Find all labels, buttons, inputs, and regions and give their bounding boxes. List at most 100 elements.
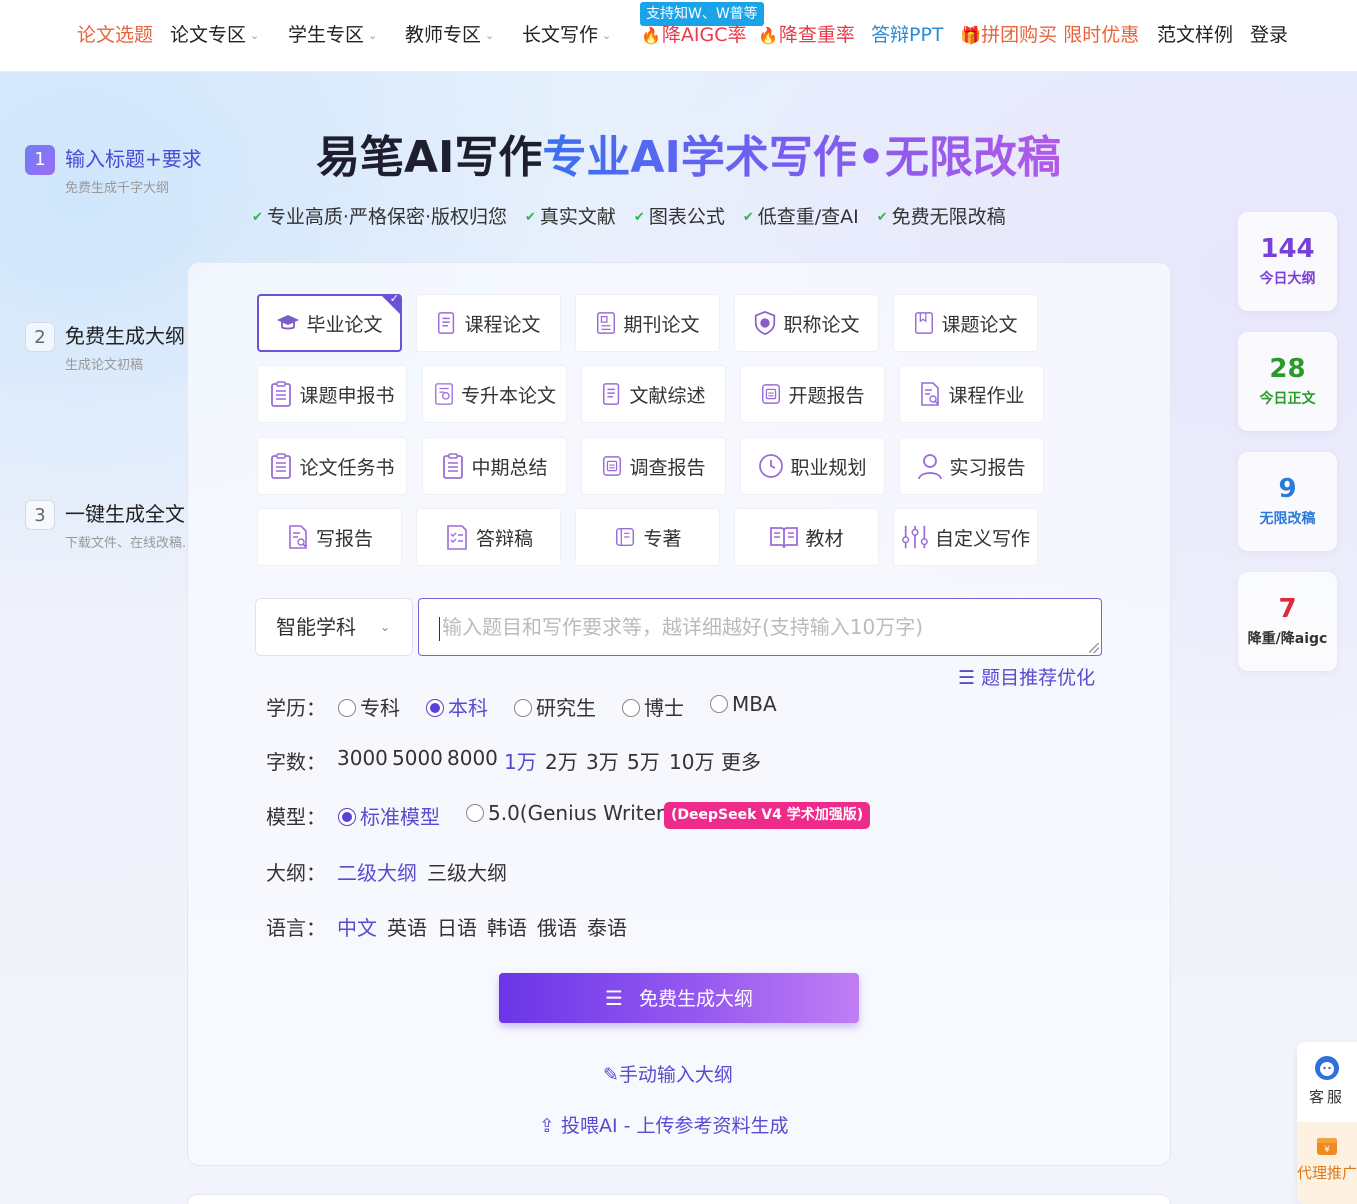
paper-type-15[interactable]: 实习报告 <box>899 437 1044 495</box>
topic-optimize-link[interactable]: ☰ 题目推荐优化 <box>958 663 1095 690</box>
resize-handle[interactable] <box>1089 643 1099 653</box>
upload-icon: ⇪ <box>539 1115 561 1137</box>
wallet-icon: ¥ <box>1317 1138 1337 1155</box>
paper-type-8[interactable]: 文献综述 <box>581 365 726 423</box>
wordcount-option[interactable]: 10万 <box>669 746 714 775</box>
bookmark-doc-icon <box>913 309 935 337</box>
paper-type-5[interactable]: 课题论文 <box>893 294 1038 352</box>
paper-type-label: 文献综述 <box>629 384 706 407</box>
wordcount-option[interactable]: 2万 <box>545 746 578 775</box>
paper-type-7[interactable]: 专升本论文 <box>422 365 567 423</box>
feature-item: ✔ 免费无限改稿 <box>876 206 1006 228</box>
paper-type-6[interactable]: 课题申报书 <box>257 365 407 423</box>
paper-type-10[interactable]: 课程作业 <box>899 365 1044 423</box>
paper-type-19[interactable]: 教材 <box>734 508 879 566</box>
education-option[interactable]: 博士 <box>622 692 684 721</box>
step-title: 输入标题+要求 <box>65 147 202 171</box>
paper-type-label: 答辩稿 <box>475 527 533 550</box>
nav-group-buy[interactable]: 🎁拼团购买 限时优惠 <box>960 22 1139 49</box>
language-option[interactable]: 中文 <box>337 912 377 941</box>
education-option[interactable]: 本科 <box>426 692 488 721</box>
wordcount-option[interactable]: 1万 <box>504 746 537 775</box>
paper-type-13[interactable]: 调查报告 <box>581 437 726 495</box>
paper-type-17[interactable]: 答辩稿 <box>416 508 561 566</box>
fire-icon: 🔥 <box>758 26 778 45</box>
wordcount-option[interactable]: 5000 <box>392 746 443 770</box>
nav-long-writing[interactable]: 长文写作 ⌄ <box>522 22 611 51</box>
paper-type-2[interactable]: 课程论文 <box>416 294 561 352</box>
paper-type-14[interactable]: 职业规划 <box>740 437 885 495</box>
nav-reduce-plagiarism[interactable]: 🔥降查重率 <box>758 22 855 49</box>
nav-paper-zone[interactable]: 论文专区 ⌄ <box>170 22 259 51</box>
language-option[interactable]: 俄语 <box>537 912 577 941</box>
wordcount-option[interactable]: 更多 <box>721 746 761 775</box>
radio-button[interactable] <box>338 698 356 717</box>
user-icon <box>917 452 943 480</box>
wordcount-option[interactable]: 8000 <box>447 746 498 770</box>
paper-type-4[interactable]: 职称论文 <box>734 294 879 352</box>
agent-promotion-button[interactable]: ¥ 代理推广 <box>1297 1122 1357 1204</box>
upload-reference-link[interactable]: ⇪ 投喂AI - 上传参考资料生成 <box>539 1111 789 1138</box>
wordcount-option[interactable]: 3万 <box>586 746 619 775</box>
side-float-panel: 客服 ¥ 代理推广 <box>1297 1042 1357 1204</box>
generate-outline-button[interactable]: ☰ 免费生成大纲 <box>499 973 859 1023</box>
paper-type-9[interactable]: 开题报告 <box>740 365 885 423</box>
subject-select[interactable]: 智能学科 ⌄ <box>255 598 413 656</box>
paper-type-label: 期刊论文 <box>623 313 700 336</box>
nav-samples[interactable]: 范文样例 <box>1157 22 1233 48</box>
paper-type-16[interactable]: 写报告 <box>257 508 402 566</box>
check-icon: ✔ <box>876 210 888 225</box>
language-label: 语言： <box>266 916 326 940</box>
manual-outline-link[interactable]: ✎手动输入大纲 <box>603 1060 733 1087</box>
education-option[interactable]: MBA <box>710 692 777 716</box>
paper-type-20[interactable]: 自定义写作 <box>893 508 1038 566</box>
customer-service-button[interactable]: 客服 <box>1297 1042 1357 1122</box>
nav-student-zone[interactable]: 学生专区 ⌄ <box>288 22 377 51</box>
clipboard-icon <box>441 452 465 480</box>
topic-requirements-input[interactable]: 输入题目和写作要求等，越详细越好(支持输入10万字) <box>418 598 1102 656</box>
paper-type-18[interactable]: 专著 <box>575 508 720 566</box>
language-option[interactable]: 泰语 <box>587 912 627 941</box>
edit-doc-icon: ✎ <box>603 1064 619 1086</box>
paper-type-1[interactable]: 毕业论文 ✓ <box>257 292 402 352</box>
text-caret <box>439 616 440 641</box>
chevron-down-icon: ⌄ <box>250 29 260 42</box>
outline-option[interactable]: 二级大纲 <box>337 857 417 886</box>
nav-topic-selection[interactable]: 论文选题 <box>77 22 153 48</box>
model-option[interactable]: 5.0(Genius Writer) <box>466 801 672 825</box>
model-option[interactable]: 标准模型 <box>338 801 440 830</box>
education-option[interactable]: 研究生 <box>514 692 596 721</box>
brand-name: 易笔AI写作 <box>316 132 543 183</box>
wordcount-option[interactable]: 5万 <box>627 746 660 775</box>
stat-reduce-aigc: 7 降重/降aigc <box>1238 572 1337 671</box>
nav-reduce-aigc[interactable]: 🔥降AIGC率 <box>641 22 747 49</box>
paper-type-11[interactable]: 论文任务书 <box>257 437 407 495</box>
radio-button[interactable] <box>622 698 640 717</box>
stat-number: 28 <box>1269 354 1306 384</box>
language-option[interactable]: 日语 <box>437 912 477 941</box>
radio-button[interactable] <box>466 803 484 822</box>
education-option[interactable]: 专科 <box>338 692 400 721</box>
check-icon: ✔ <box>252 210 263 225</box>
stat-number: 7 <box>1278 594 1297 624</box>
paper-type-3[interactable]: 期刊论文 <box>575 294 720 352</box>
document-icon <box>436 309 458 337</box>
outline-option[interactable]: 三级大纲 <box>427 857 507 886</box>
radio-button[interactable] <box>338 807 356 826</box>
paper-type-label: 课题申报书 <box>299 384 395 407</box>
language-option[interactable]: 英语 <box>387 912 427 941</box>
checklist-icon <box>444 523 470 551</box>
radio-button[interactable] <box>514 698 532 717</box>
list-icon: ☰ <box>958 667 982 689</box>
nav-teacher-zone[interactable]: 教师专区 ⌄ <box>405 22 494 51</box>
language-option[interactable]: 韩语 <box>487 912 527 941</box>
paper-type-label: 实习报告 <box>949 456 1026 479</box>
nav-login[interactable]: 登录 <box>1250 22 1288 48</box>
radio-button[interactable] <box>710 694 728 713</box>
paper-type-12[interactable]: 中期总结 <box>422 437 567 495</box>
radio-button[interactable] <box>426 698 444 717</box>
nav-defense-ppt[interactable]: 答辩PPT <box>871 22 944 48</box>
wordcount-option[interactable]: 3000 <box>337 746 388 770</box>
feature-item: ✔ 图表公式 <box>633 206 725 228</box>
paper-type-label: 自定义写作 <box>934 527 1030 550</box>
